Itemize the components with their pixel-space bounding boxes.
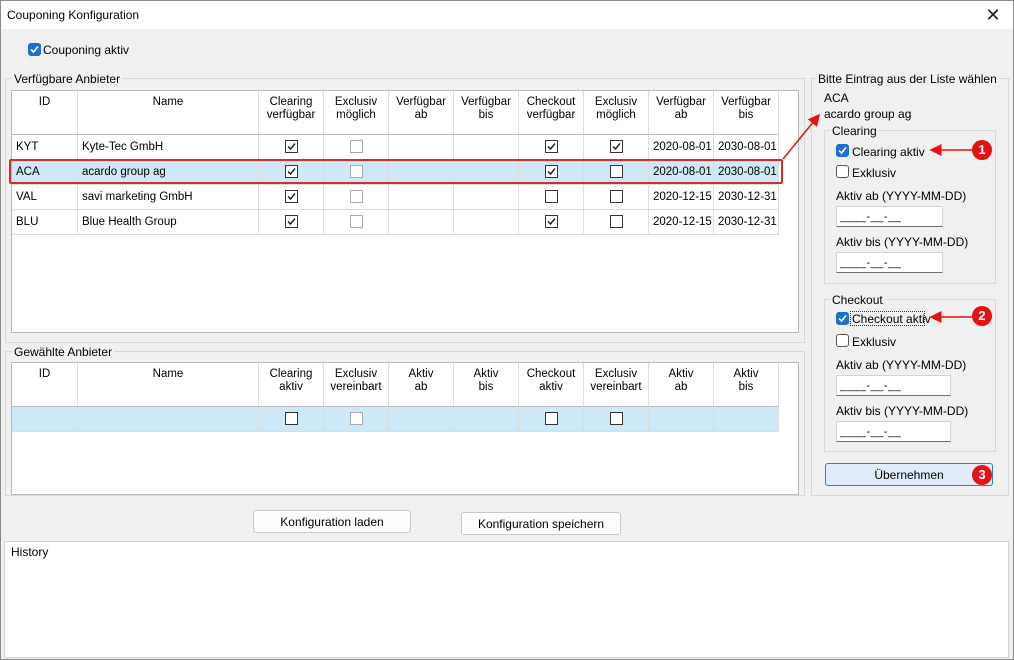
annotation-badge-3: 3 xyxy=(972,465,992,485)
annotation-badge-1: 1 xyxy=(972,140,992,160)
annotation-overlay xyxy=(782,113,973,323)
config-window: Couponing Konfiguration ✕ Couponing akti… xyxy=(0,0,1014,660)
arrow-row-to-panel xyxy=(782,113,820,160)
annotation-badge-2: 2 xyxy=(972,306,992,326)
